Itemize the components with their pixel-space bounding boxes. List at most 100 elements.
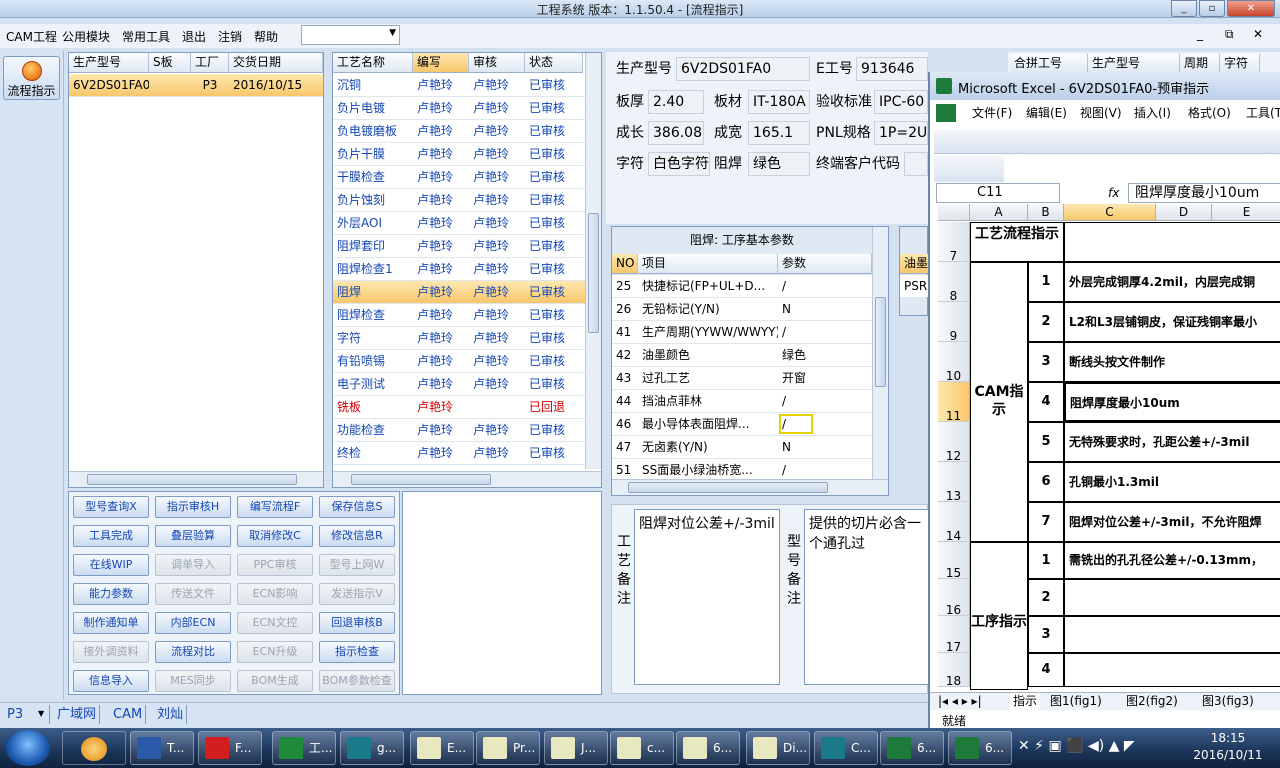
cell-item-no[interactable]: 5 <box>1028 422 1064 462</box>
module-combo[interactable]: ▼ <box>301 25 400 45</box>
row-header[interactable]: 10 <box>938 342 970 383</box>
row-header[interactable]: 9 <box>938 302 970 343</box>
taskbar-pinned-app[interactable] <box>62 731 126 765</box>
cell-item-no[interactable]: 2 <box>1028 579 1064 616</box>
width-field[interactable]: 165.1 <box>748 121 810 145</box>
param-row[interactable]: 51 SS面最小绿油桥宽... / <box>612 459 872 479</box>
row-header[interactable]: 14 <box>938 502 970 543</box>
action-button-2-3[interactable]: 型号上网W <box>319 554 395 576</box>
action-button-5-0[interactable]: 接外调资料 <box>73 641 149 663</box>
table-row[interactable]: 阻焊检查1 卢艳玲 卢艳玲 已审核 <box>333 258 585 281</box>
table-row[interactable]: 外层AOI 卢艳玲 卢艳玲 已审核 <box>333 212 585 235</box>
table-row[interactable]: 阻焊套印 卢艳玲 卢艳玲 已审核 <box>333 235 585 258</box>
col-model[interactable]: 生产型号 <box>69 53 149 73</box>
action-button-2-2[interactable]: PPC审核 <box>237 554 313 576</box>
param-row[interactable]: 41 生产周期(YYWW/WWYY) / <box>612 321 872 344</box>
customer-field[interactable] <box>904 152 928 176</box>
horizontal-scrollbar[interactable] <box>612 479 888 495</box>
action-button-6-2[interactable]: BOM生成 <box>237 670 313 692</box>
formula-bar[interactable]: 阻焊厚度最小10um <box>1128 183 1280 203</box>
col-value[interactable]: 参数 <box>778 254 872 274</box>
table-row[interactable]: 沉铜 卢艳玲 卢艳玲 已审核 <box>333 74 585 97</box>
row-header[interactable]: 13 <box>938 462 970 503</box>
col-process-name[interactable]: 工艺名称 <box>333 53 413 73</box>
action-button-5-2[interactable]: ECN升级 <box>237 641 313 663</box>
table-row[interactable]: 干膜检查 卢艳玲 卢艳玲 已审核 <box>333 166 585 189</box>
scroll-thumb[interactable] <box>351 474 491 485</box>
table-row[interactable]: 负电镀磨板 卢艳玲 卢艳玲 已审核 <box>333 120 585 143</box>
taskbar-item[interactable]: Pr... <box>476 731 540 765</box>
col-header-c[interactable]: C <box>1064 204 1156 221</box>
col-merge-period[interactable]: 周期 <box>1180 54 1220 74</box>
standard-field[interactable]: IPC-60 <box>874 90 928 114</box>
cell-item-no[interactable]: 3 <box>1028 342 1064 382</box>
col-reviewer[interactable]: 审核 <box>469 53 525 73</box>
action-button-3-0[interactable]: 能力参数 <box>73 583 149 605</box>
excel-menu-view[interactable]: 视图(V) <box>1080 104 1122 121</box>
process-remark-text[interactable]: 阻焊对位公差+/-3mil <box>634 509 780 685</box>
action-button-2-0[interactable]: 在线WIP <box>73 554 149 576</box>
corner-cell[interactable] <box>938 204 970 221</box>
taskbar-item[interactable]: 6... <box>948 731 1012 765</box>
col-header-e[interactable]: E <box>1212 204 1280 221</box>
row-header[interactable]: 15 <box>938 542 970 580</box>
cell-item-no[interactable]: 4 <box>1028 653 1064 687</box>
cell-item-text[interactable] <box>1064 616 1280 653</box>
col-no[interactable]: NO <box>612 254 638 274</box>
cell-item-no[interactable]: 2 <box>1028 302 1064 342</box>
cell-item-text[interactable]: L2和L3层铺铜皮，保证残铜率最小 <box>1064 302 1280 342</box>
action-button-1-1[interactable]: 叠层验算 <box>155 525 231 547</box>
thickness-field[interactable]: 2.40 <box>648 90 704 114</box>
row-header[interactable]: 8 <box>938 262 970 303</box>
cell-item-no[interactable]: 6 <box>1028 462 1064 502</box>
scroll-thumb[interactable] <box>588 213 599 333</box>
param-row[interactable]: 42 油墨颜色 绿色 <box>612 344 872 367</box>
cell-cam-label[interactable]: CAM指示 <box>970 262 1028 542</box>
action-button-5-1[interactable]: 流程对比 <box>155 641 231 663</box>
taskbar-item[interactable]: F... <box>198 731 262 765</box>
col-header-a[interactable]: A <box>970 204 1028 221</box>
menu-logout[interactable]: 注销 <box>218 28 242 45</box>
action-button-4-1[interactable]: 内部ECN <box>155 612 231 634</box>
action-button-5-3[interactable]: 指示检查 <box>319 641 395 663</box>
name-box[interactable]: C11 <box>936 183 1060 203</box>
minimize-button[interactable]: _ <box>1171 0 1197 17</box>
model-field[interactable]: 6V2DS01FA0 <box>676 57 810 81</box>
menu-common-tools[interactable]: 常用工具 <box>122 28 170 45</box>
maximize-button[interactable]: ▫ <box>1199 0 1225 17</box>
col-item[interactable]: 项目 <box>638 254 778 274</box>
cell-item-no[interactable]: 7 <box>1028 502 1064 542</box>
col-ink[interactable]: 油墨 <box>900 254 929 274</box>
cell-item-text[interactable]: 阻焊对位公差+/-3mil，不允许阻焊 <box>1064 502 1280 542</box>
row-header[interactable]: 12 <box>938 422 970 463</box>
excel-menu-tools[interactable]: 工具(T <box>1246 104 1280 121</box>
row-header[interactable]: 18 <box>938 653 970 688</box>
mask-field[interactable]: 绿色 <box>748 152 810 176</box>
action-button-3-1[interactable]: 传送文件 <box>155 583 231 605</box>
col-sboard[interactable]: S板 <box>149 53 191 73</box>
horizontal-scrollbar[interactable] <box>333 471 601 487</box>
cell-item-text[interactable]: 断线头按文件制作 <box>1064 342 1280 382</box>
action-button-1-0[interactable]: 工具完成 <box>73 525 149 547</box>
mdi-minimize[interactable]: _ <box>1197 27 1203 41</box>
taskbar-item[interactable]: E... <box>410 731 474 765</box>
action-button-1-3[interactable]: 修改信息R <box>319 525 395 547</box>
row-header[interactable]: 17 <box>938 616 970 654</box>
action-button-0-1[interactable]: 指示审核H <box>155 496 231 518</box>
col-writer[interactable]: 编写 <box>413 53 469 73</box>
taskbar-item[interactable]: c... <box>610 731 674 765</box>
action-button-4-0[interactable]: 制作通知单 <box>73 612 149 634</box>
table-row[interactable]: 阻焊检查 卢艳玲 卢艳玲 已审核 <box>333 304 585 327</box>
action-button-4-2[interactable]: ECN文控 <box>237 612 313 634</box>
menu-cam[interactable]: CAM工程 <box>6 28 57 45</box>
row-header[interactable]: 7 <box>938 222 970 263</box>
scroll-thumb[interactable] <box>628 482 828 493</box>
pnl-field[interactable]: 1P=2U <box>874 121 928 145</box>
cell-item-no[interactable]: 4 <box>1028 382 1064 422</box>
action-button-0-3[interactable]: 保存信息S <box>319 496 395 518</box>
col-header-d[interactable]: D <box>1156 204 1212 221</box>
mdi-restore[interactable]: ⧉ <box>1225 27 1234 42</box>
param-row[interactable]: 26 无铅标记(Y/N) N <box>612 298 872 321</box>
col-status[interactable]: 状态 <box>525 53 583 73</box>
excel-menu-edit[interactable]: 编辑(E) <box>1026 104 1067 121</box>
